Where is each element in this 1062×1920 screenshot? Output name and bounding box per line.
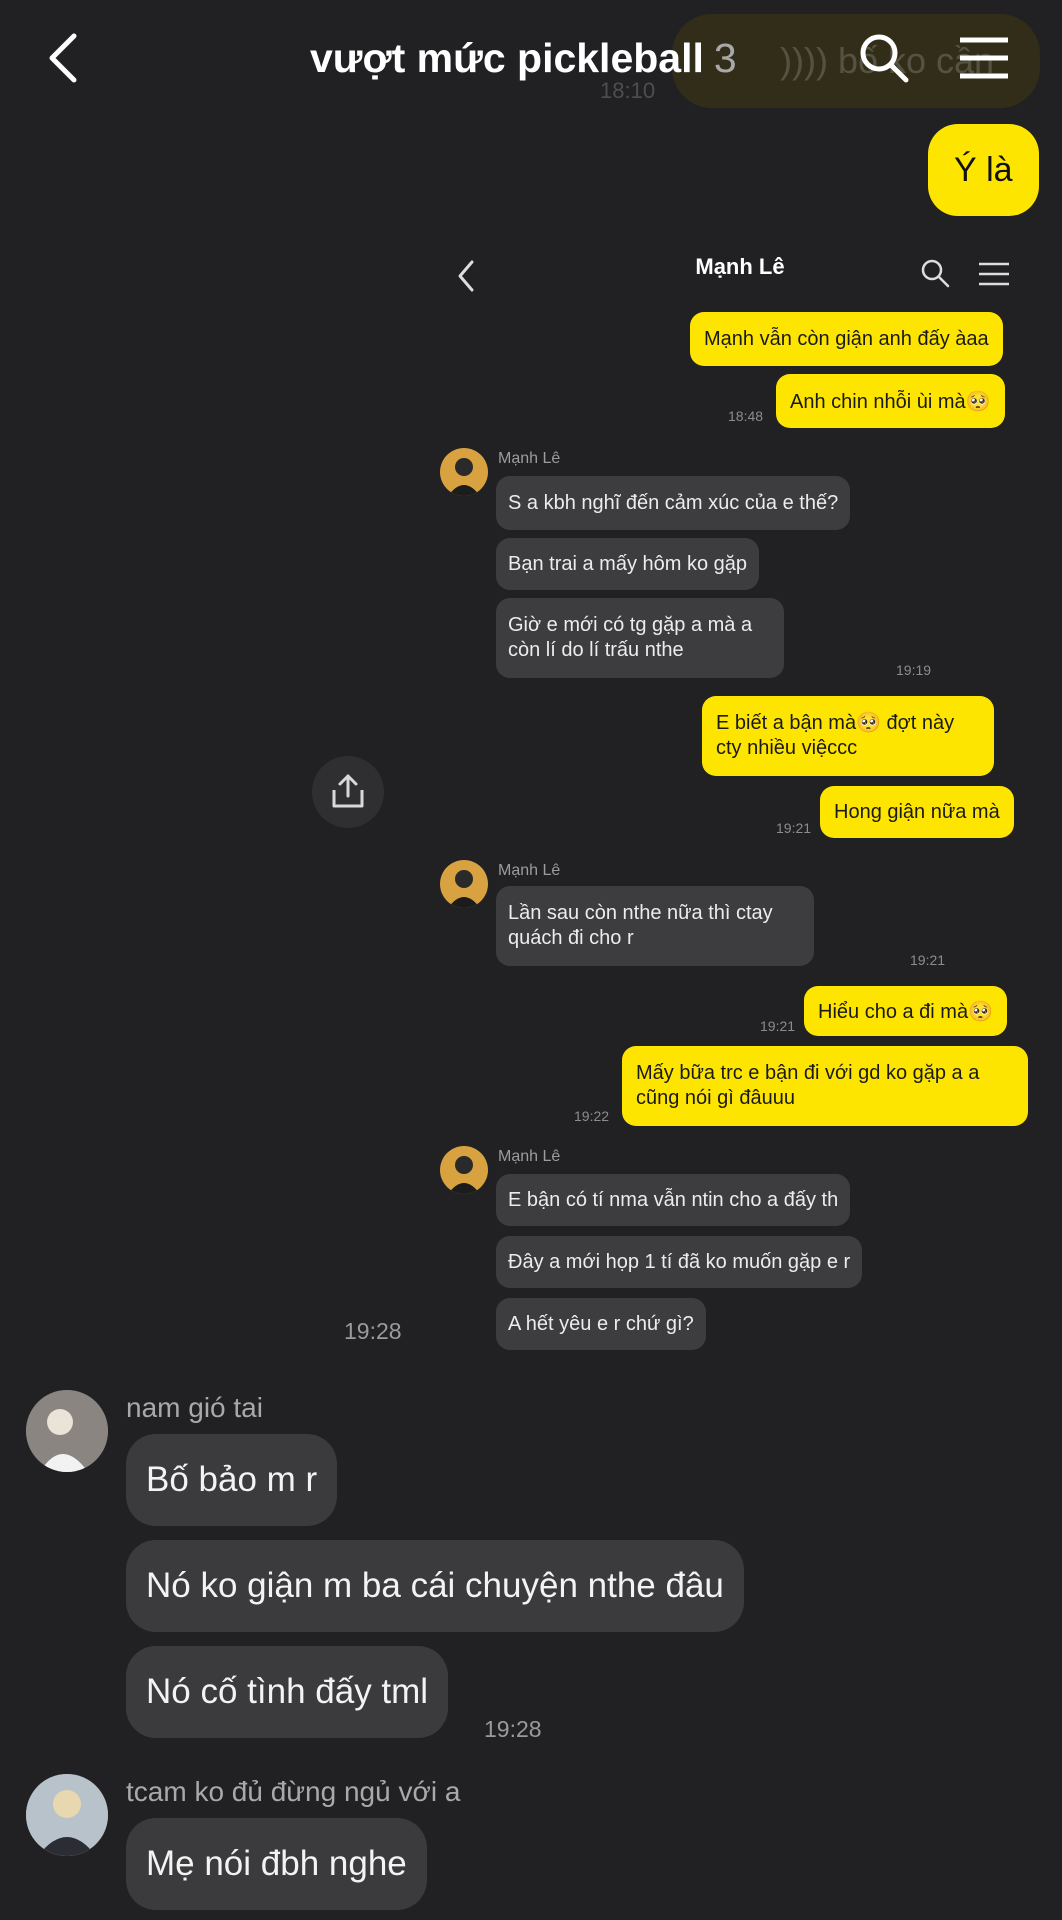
hamburger-menu-icon xyxy=(979,262,1009,286)
member-count: 3 xyxy=(713,35,737,81)
message-text: A hết yêu e r chứ gì? xyxy=(508,1312,694,1335)
other-message-bubble[interactable]: Nó ko giận m ba cái chuyện nthe đâu xyxy=(126,1540,744,1632)
person-avatar-icon xyxy=(448,458,480,496)
screenshot-my-bubble: E biết a bận mà🥺 đợt này cty nhiều việcc… xyxy=(702,696,994,776)
message-text: E biết a bận mà🥺 đợt này cty nhiều việcc… xyxy=(716,712,955,759)
screenshot-time: 19:21 xyxy=(910,952,946,968)
message-time: 19:28 xyxy=(344,1318,402,1344)
message-text: Anh chin nhỗi ùi mà🥺 xyxy=(790,390,991,413)
contact-avatar xyxy=(440,1146,488,1194)
sender-name: tcam ko đủ đừng ngủ với a xyxy=(126,1776,461,1807)
screenshot-my-bubble: Hiểu cho a đi mà🥺 xyxy=(804,986,1007,1036)
screenshot-time: 18:48 xyxy=(728,408,764,424)
message-text: Ý là xyxy=(954,150,1013,189)
message-text: Hong giận nữa mà xyxy=(834,800,1000,823)
person-avatar-icon xyxy=(26,1390,108,1472)
screenshot-time: 19:21 xyxy=(760,1018,796,1034)
person-avatar-icon xyxy=(448,1156,480,1194)
message-text: Bạn trai a mấy hôm ko gặp xyxy=(508,552,748,575)
chat-title: vượt mức pickleball 3 xyxy=(310,30,737,86)
search-icon xyxy=(921,259,950,288)
person-avatar-icon xyxy=(448,870,480,908)
message-text: Mẹ nói đbh nghe xyxy=(146,1844,407,1883)
share-icon xyxy=(332,774,364,808)
message-text: E bận có tí nma vẫn ntin cho a đấy th xyxy=(508,1188,839,1211)
share-button[interactable] xyxy=(312,756,384,828)
screenshot-my-bubble: Anh chin nhỗi ùi mà🥺 xyxy=(776,374,1005,428)
message-text: Nó cố tình đấy tml xyxy=(146,1672,429,1711)
contact-avatar xyxy=(440,448,488,496)
screenshot-other-bubble: Lần sau còn nthe nữa thì ctay quách đi c… xyxy=(496,886,814,966)
chat-title-text: vượt mức pickleball xyxy=(310,35,704,81)
chat-header: vượt mức pickleball 3 xyxy=(0,0,1062,118)
screenshot-my-bubble: Mạnh vẫn còn giận anh đấy àaa xyxy=(690,312,1003,366)
screenshot-sender-name: Mạnh Lê xyxy=(498,450,561,467)
sender-avatar[interactable] xyxy=(26,1390,108,1472)
screenshot-time: 19:19 xyxy=(896,662,932,678)
screenshot-my-bubble: Mấy bữa trc e bận đi với gd ko gặp a a c… xyxy=(622,1046,1028,1126)
message-text: Mấy bữa trc e bận đi với gd ko gặp a a c… xyxy=(636,1062,980,1109)
screenshot-other-bubble: E bận có tí nma vẫn ntin cho a đấy th xyxy=(496,1174,851,1226)
message-text: Giờ e mới có tg gặp a mà a còn lí do lí … xyxy=(508,614,753,661)
screenshot-time: 19:21 xyxy=(776,820,812,836)
screenshot-sender-name: Mạnh Lê xyxy=(498,862,561,879)
screenshot-my-bubble: Hong giận nữa mà xyxy=(820,786,1014,838)
search-icon[interactable] xyxy=(858,32,910,84)
message-text: Hiểu cho a đi mà🥺 xyxy=(818,1000,993,1023)
message-time: 19:28 xyxy=(484,1716,542,1742)
other-message-bubble[interactable]: Mẹ nói đbh nghe xyxy=(126,1818,427,1910)
message-text: Mạnh vẫn còn giận anh đấy àaa xyxy=(704,327,989,350)
message-text: Lần sau còn nthe nữa thì ctay quách đi c… xyxy=(508,902,773,949)
shared-screenshot-image[interactable]: Mạnh Lê Mạnh vẫn còn giận anh đấy àaa 18… xyxy=(440,222,1040,1358)
screenshot-other-bubble: Bạn trai a mấy hôm ko gặp xyxy=(496,538,760,590)
screenshot-time: 19:22 xyxy=(574,1108,610,1124)
screenshot-other-bubble: A hết yêu e r chứ gì? xyxy=(496,1298,706,1350)
hamburger-menu-icon[interactable] xyxy=(958,36,1010,80)
other-message-bubble[interactable]: Nó cố tình đấy tml xyxy=(126,1646,449,1738)
sender-name: nam gió tai xyxy=(126,1392,263,1423)
message-text: Bố bảo m r xyxy=(146,1460,318,1499)
message-text: S a kbh nghĩ đến cảm xúc của e thế? xyxy=(508,491,839,514)
my-message-bubble[interactable]: Ý là xyxy=(928,124,1039,216)
screenshot-sender-name: Mạnh Lê xyxy=(498,1148,561,1165)
screenshot-other-bubble: S a kbh nghĩ đến cảm xúc của e thế? xyxy=(496,476,851,530)
sender-avatar[interactable] xyxy=(26,1774,108,1856)
person-avatar-icon xyxy=(26,1774,108,1856)
screenshot-chat-title: Mạnh Lê xyxy=(695,254,785,279)
message-text: Nó ko giận m ba cái chuyện nthe đâu xyxy=(146,1566,724,1605)
screenshot-other-bubble: Giờ e mới có tg gặp a mà a còn lí do lí … xyxy=(496,598,784,678)
other-message-bubble[interactable]: Bố bảo m r xyxy=(126,1434,338,1526)
chevron-left-icon[interactable] xyxy=(44,30,84,86)
message-text: Đây a mới họp 1 tí đã ko muốn gặp e r xyxy=(508,1250,851,1273)
screenshot-other-bubble: Đây a mới họp 1 tí đã ko muốn gặp e r xyxy=(496,1236,863,1288)
contact-avatar xyxy=(440,860,488,908)
